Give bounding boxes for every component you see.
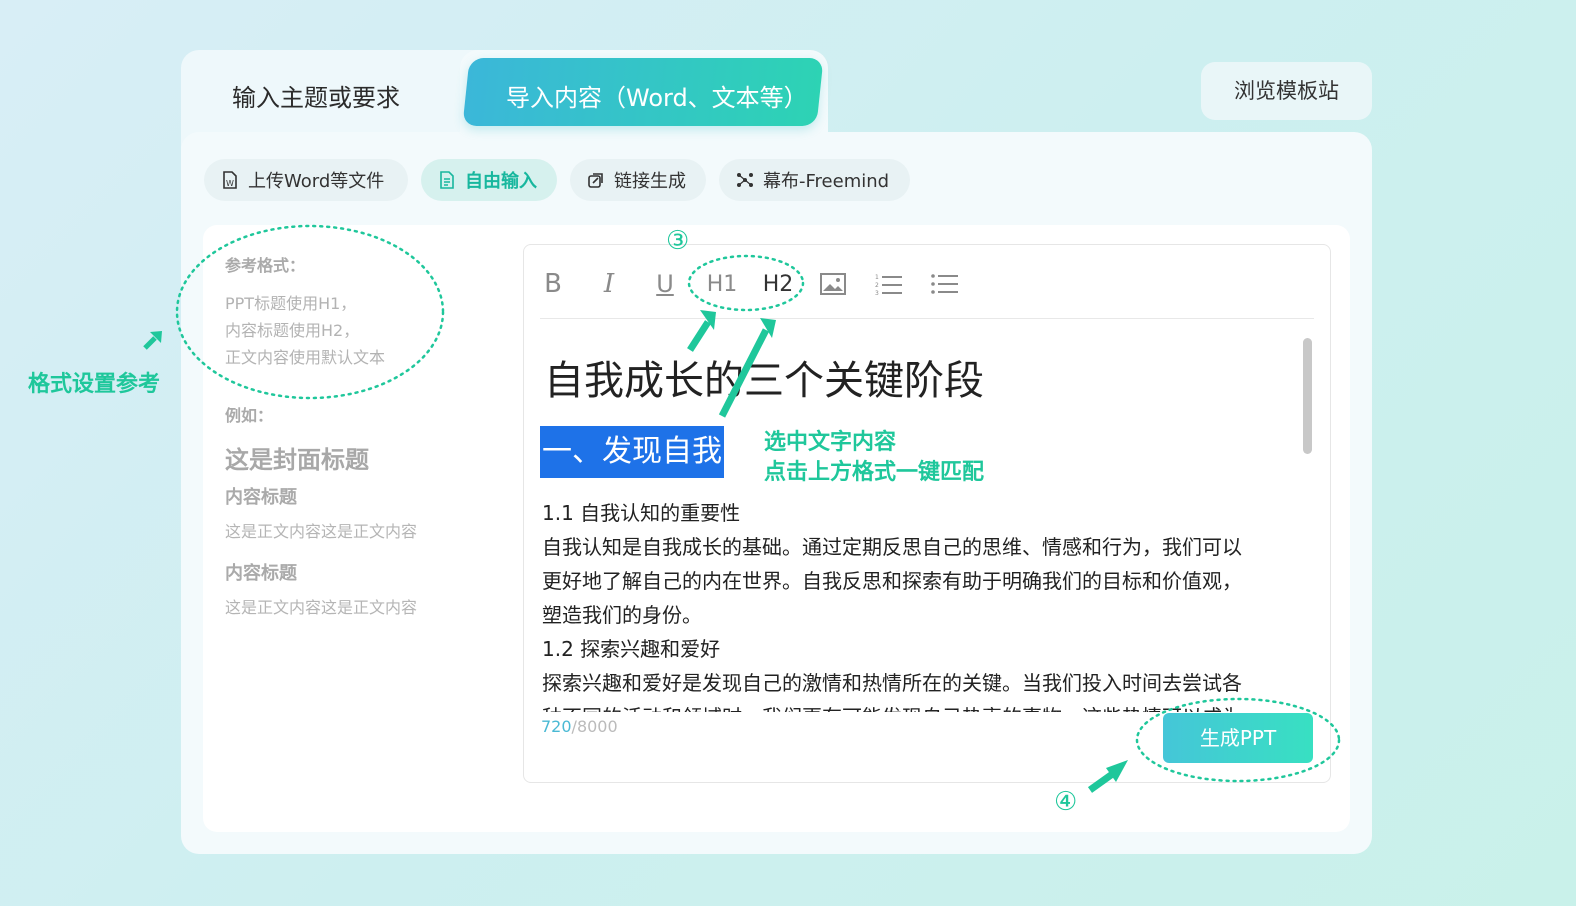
annotation-step-3: ③ [666,226,690,256]
body-line: 探索兴趣和爱好是发现自己的激情和热情所在的关键。当我们投入时间去尝试各 [542,671,1242,695]
body-line: 塑造我们的身份。 [542,603,702,627]
body-line: 种不同的活动和领域时，我们更有可能发现自己热衷的事物。这些热情可以成为 [542,700,1302,712]
body-line: 更好地了解自己的内在世界。自我反思和探索有助于明确我们的目标和价值观， [542,569,1242,593]
subtab-label: 幕布-Freemind [763,171,890,192]
arrow-format-reference [143,331,162,350]
character-max: /8000 [571,717,618,736]
subtab-mubu-freemind[interactable]: 幕布-Freemind [719,159,910,201]
character-counter: 720/8000 [541,717,618,736]
ordered-list-icon: 123 [875,274,902,295]
reference-title: 参考格式： [225,256,306,275]
bullet-list-icon [931,274,958,294]
document-icon [440,171,454,189]
browse-templates-button[interactable]: 浏览模板站 [1201,62,1372,120]
body-line: 1.2 探索兴趣和爱好 [542,637,721,661]
annotation-select-tip-2: 点击上方格式一键匹配 [764,460,985,485]
ordered-list-button[interactable]: 123 [872,268,906,300]
editor-scrollbar[interactable] [1303,338,1312,454]
bold-icon: B [544,269,562,299]
subtab-upload-word[interactable]: W 上传Word等文件 [204,159,408,201]
document-body[interactable]: 1.1 自我认知的重要性 自我认知是自我成长的基础。通过定期反思自己的思维、情感… [542,496,1302,712]
h2-button[interactable]: H2 [758,268,798,300]
reference-body-text: 这是正文内容这是正文内容 [225,522,418,541]
italic-button[interactable]: I [592,268,626,300]
reference-line: 内容标题使用H2， [225,321,360,340]
mindmap-icon [737,173,753,187]
italic-icon: I [603,269,615,299]
generate-ppt-button[interactable]: 生成PPT [1163,713,1313,763]
reference-example-label: 例如： [225,406,274,425]
h2-icon: H2 [762,271,794,297]
image-icon [820,273,846,295]
svg-text:3: 3 [875,290,879,295]
body-line: 1.1 自我认知的重要性 [542,501,741,525]
annotation-format-reference: 格式设置参考 [28,372,161,397]
document-h2-selected[interactable]: 一、发现自我 [540,426,724,478]
underline-button[interactable]: U [648,268,682,300]
underline-icon: U [656,270,674,298]
tab-import-content-label[interactable]: 导入内容（Word、文本等） [506,78,808,113]
reference-line: PPT标题使用H1， [225,294,357,313]
annotation-select-tip-1: 选中文字内容 [764,430,897,455]
word-file-icon: W [223,171,237,189]
reference-cover-title: 这是封面标题 [225,446,369,474]
bullet-list-button[interactable] [928,268,962,300]
document-h1[interactable]: 自我成长的三个关键阶段 [544,348,984,406]
reference-content-title: 内容标题 [225,487,297,508]
annotation-step-4: ④ [1054,787,1078,817]
reference-line: 正文内容使用默认文本 [225,348,386,367]
reference-content-title: 内容标题 [225,563,297,584]
image-button[interactable] [816,268,850,300]
svg-text:W: W [226,179,234,188]
svg-text:2: 2 [875,282,879,289]
character-count: 720 [541,717,572,736]
tab-input-topic[interactable]: 输入主题或要求 [232,78,400,113]
reference-lines: PPT标题使用H1， 内容标题使用H2， 正文内容使用默认文本 [225,290,385,371]
svg-text:1: 1 [875,274,879,281]
subtab-free-input[interactable]: 自由输入 [421,159,557,201]
subtab-label: 上传Word等文件 [248,171,385,192]
bold-button[interactable]: B [536,268,570,300]
h1-icon: H1 [706,271,738,297]
h1-button[interactable]: H1 [702,268,742,300]
subtab-link-generate[interactable]: 链接生成 [570,159,706,201]
editor-content[interactable]: 自我成长的三个关键阶段 一、发现自我 1.1 自我认知的重要性 自我认知是自我成… [540,330,1302,712]
subtab-label: 链接生成 [614,171,686,192]
toolbar-divider [540,318,1314,319]
reference-body-text: 这是正文内容这是正文内容 [225,598,418,617]
link-icon [588,173,603,188]
subtab-label: 自由输入 [465,171,537,192]
body-line: 自我认知是自我成长的基础。通过定期反思自己的思维、情感和行为，我们可以 [542,535,1242,559]
